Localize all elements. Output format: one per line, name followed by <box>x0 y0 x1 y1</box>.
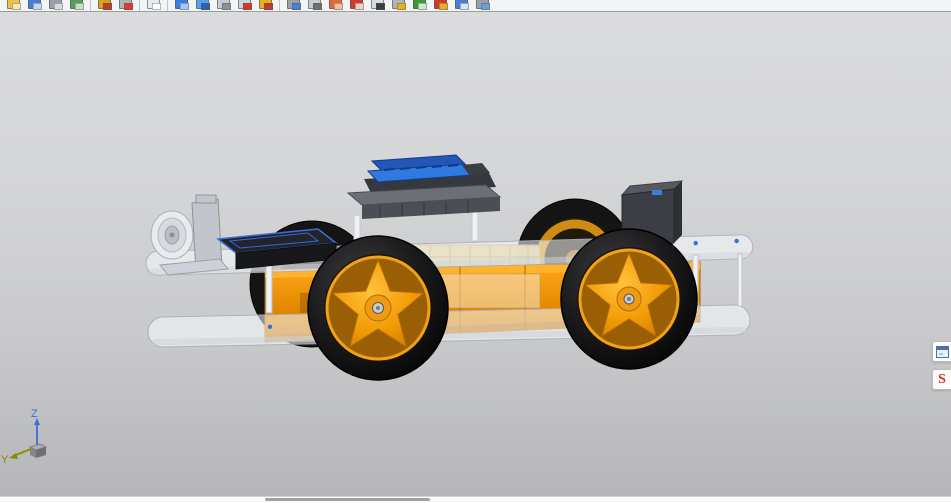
open-icon[interactable] <box>6 0 21 10</box>
wheel-rear-right[interactable] <box>560 228 698 370</box>
sketch-icon[interactable] <box>97 0 112 10</box>
save-icon[interactable] <box>27 0 42 10</box>
scrollbar-thumb[interactable] <box>265 498 430 501</box>
rebuild-icon[interactable] <box>454 0 469 10</box>
cad-application-window: { "colors": { "accent-orange": "#ef9400"… <box>0 0 951 503</box>
appearance-icon[interactable] <box>328 0 343 10</box>
bottom-bar <box>0 496 951 503</box>
view-orientation-icon[interactable] <box>174 0 189 10</box>
hidden-lines-icon[interactable] <box>216 0 231 10</box>
measure-icon[interactable] <box>258 0 273 10</box>
section-view-icon[interactable] <box>286 0 301 10</box>
pencil-icon[interactable] <box>433 0 448 10</box>
wheel-front-left[interactable] <box>307 235 449 381</box>
toolbar-separator <box>90 0 91 11</box>
solidworks-resources-tab[interactable]: S <box>932 369 951 390</box>
tolerance-icon[interactable] <box>391 0 406 10</box>
top-electronics-platform[interactable] <box>346 154 502 219</box>
z-axis: Z <box>31 408 40 445</box>
curvature-icon[interactable] <box>307 0 322 10</box>
edit-appearance-icon[interactable] <box>349 0 364 10</box>
check-icon[interactable] <box>412 0 427 10</box>
solidworks-logo-icon: S <box>938 371 946 387</box>
z-axis-label: Z <box>31 408 38 420</box>
model-canvas[interactable] <box>140 135 760 382</box>
evaluate-clock-icon[interactable] <box>370 0 385 10</box>
task-pane-panel-tab[interactable] <box>932 341 951 362</box>
triad-origin-cube <box>28 443 48 458</box>
smart-dimension-icon[interactable] <box>118 0 133 10</box>
y-axis-label: Y <box>1 454 9 466</box>
speaker-icon[interactable] <box>475 0 490 10</box>
toolbar-separator <box>167 0 168 11</box>
task-pane-tabs: S <box>932 341 951 390</box>
panel-icon <box>935 345 949 358</box>
coordinate-triad: Z Y <box>0 403 80 483</box>
toolbar-separator <box>279 0 280 11</box>
toolbar-separator <box>139 0 140 11</box>
shaded-cube-icon[interactable] <box>195 0 210 10</box>
print-icon[interactable] <box>48 0 63 10</box>
undo-icon[interactable] <box>69 0 84 10</box>
zoom-area-icon[interactable] <box>237 0 252 10</box>
toolbar <box>0 0 951 12</box>
y-axis: Y <box>1 448 32 466</box>
model-robot-car-assembly[interactable] <box>140 135 760 382</box>
select-box-icon[interactable] <box>146 0 161 10</box>
viewport-3d[interactable]: Z Y <box>0 12 951 497</box>
